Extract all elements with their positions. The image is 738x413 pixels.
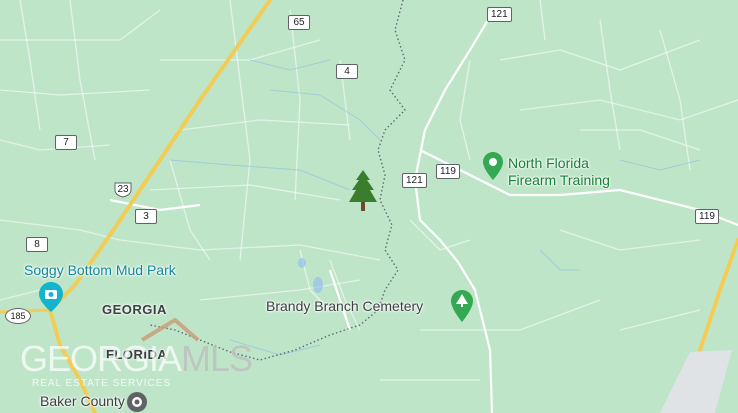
watermark-tagline: REAL ESTATE SERVICES: [32, 378, 172, 389]
route-shield-4: 4: [336, 64, 358, 79]
state-label-georgia: GEORGIA: [102, 302, 167, 317]
route-shield-65: 65: [288, 15, 310, 30]
mud-park-label[interactable]: Soggy Bottom Mud Park: [24, 262, 176, 279]
route-shield-us23: 23: [113, 182, 133, 198]
route-shield-7: 7: [55, 135, 77, 150]
georgia-mls-watermark: GEORGIAMLS REAL ESTATE SERVICES: [20, 318, 253, 389]
route-shield-121-south: 121: [402, 173, 427, 188]
info-icon: [127, 392, 147, 412]
route-shield-119-east: 119: [695, 209, 719, 224]
animal-control-label[interactable]: Baker County: [40, 393, 125, 410]
firearm-training-label[interactable]: North Florida Firearm Training: [508, 155, 610, 189]
route-shield-3: 3: [135, 209, 157, 224]
route-shield-8: 8: [26, 237, 48, 252]
pine-tree-icon: [349, 170, 377, 211]
mud-park-pin[interactable]: [39, 282, 63, 317]
route-shield-121-north: 121: [487, 7, 512, 22]
animal-control-pin[interactable]: [126, 391, 148, 413]
watermark-brand: GEORGIAMLS: [20, 338, 253, 379]
pin-icon: [483, 152, 503, 180]
cemetery-pin[interactable]: [451, 290, 473, 327]
property-marker[interactable]: [348, 170, 378, 217]
map-canvas[interactable]: 65 121 4 7 23 3 8 121 119 119 185 North …: [0, 0, 738, 413]
cemetery-label[interactable]: Brandy Branch Cemetery: [266, 298, 423, 315]
route-shield-119-west: 119: [436, 164, 460, 179]
firearm-training-pin[interactable]: [483, 152, 503, 185]
tree-icon: [451, 290, 473, 322]
camera-icon: [39, 282, 63, 312]
